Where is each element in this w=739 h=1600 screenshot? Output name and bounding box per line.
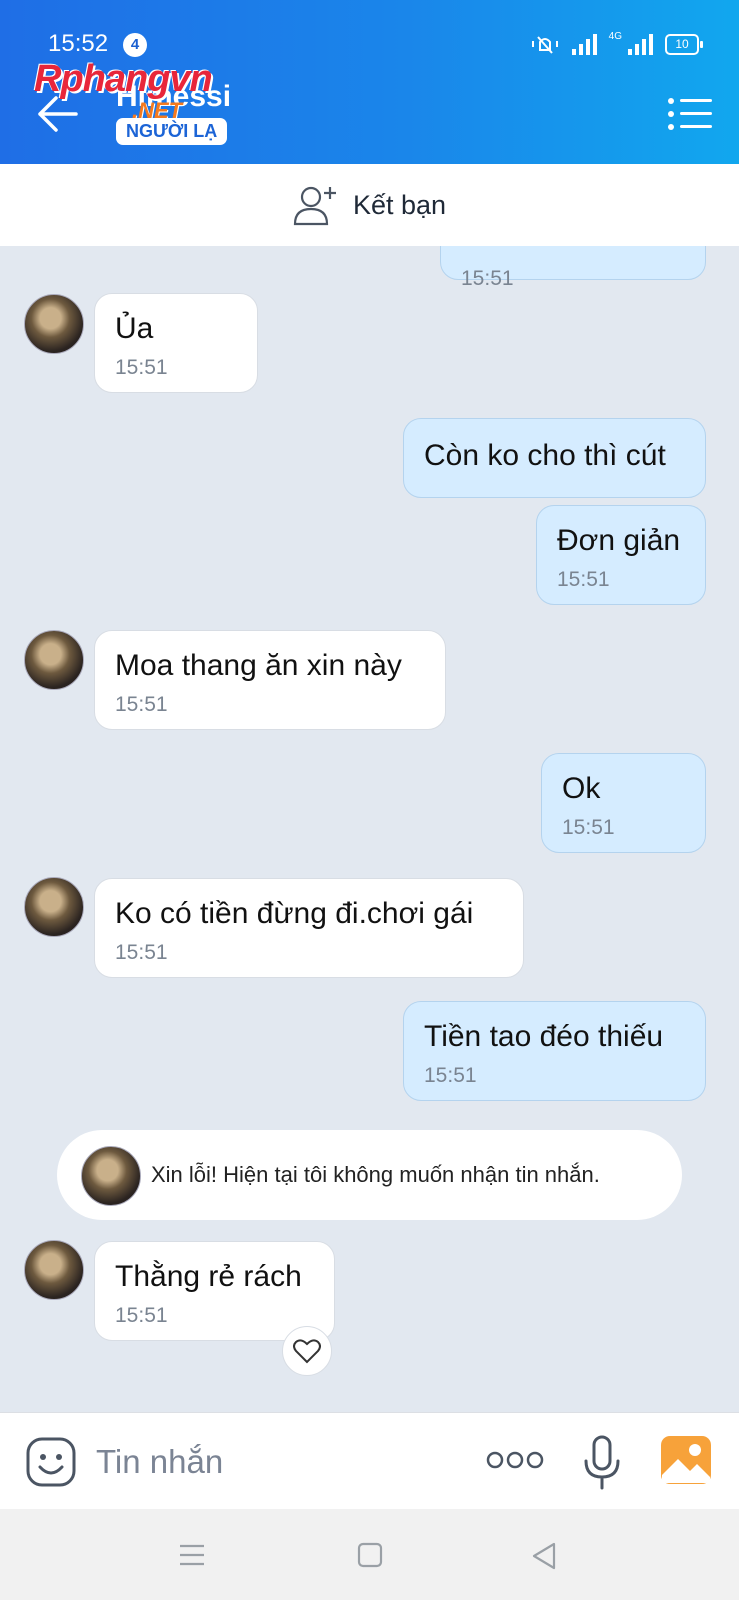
message-time: 15:51	[424, 1064, 477, 1087]
menu-list-icon[interactable]	[668, 98, 712, 132]
message-text: Ủa	[115, 312, 154, 345]
more-icon[interactable]	[486, 1449, 544, 1471]
message-bubble-in[interactable]: Ko có tiền đừng đi.chơi gái 15:51	[94, 878, 524, 978]
avatar[interactable]	[24, 630, 84, 690]
message-text: Ko có tiền đừng đi.chơi gái	[115, 897, 474, 930]
message-time: 15:51	[557, 568, 610, 591]
message-input[interactable]: Tin nhắn	[96, 1443, 223, 1481]
message-time: 15:51	[115, 356, 168, 379]
signal-icon	[571, 33, 597, 55]
system-message: Xin lỗi! Hiện tại tôi không muốn nhận ti…	[57, 1130, 682, 1220]
avatar[interactable]	[24, 877, 84, 937]
message-bubble-out[interactable]: Ok 15:51	[541, 753, 706, 853]
message-time: 15:51	[562, 816, 615, 839]
message-text: Đơn giản	[557, 524, 681, 557]
image-icon[interactable]	[660, 1435, 712, 1485]
network-type: 4G	[608, 30, 622, 42]
add-friend-label: Kết bạn	[352, 189, 447, 220]
message-bubble-in[interactable]: Thằng rẻ rách 15:51	[94, 1241, 335, 1341]
nav-home-icon[interactable]	[356, 1541, 384, 1569]
notification-badge: 4	[123, 33, 147, 57]
mute-vibrate-icon	[531, 36, 558, 54]
message-time: 15:51	[461, 267, 514, 290]
message-bubble-in[interactable]: Ủa 15:51	[94, 293, 258, 393]
message-time: 15:51	[115, 693, 168, 716]
battery-icon: 10	[665, 33, 703, 55]
nav-back-icon[interactable]	[530, 1541, 558, 1571]
message-bubble-out[interactable]: Còn ko cho thì cút	[403, 418, 706, 498]
message-text: Tiền tao đéo thiếu	[424, 1020, 664, 1053]
message-text: Moa thang ăn xin này	[115, 649, 402, 682]
signal-icon-2	[628, 33, 653, 55]
nav-menu-icon[interactable]	[178, 1543, 206, 1567]
message-input-bar: Tin nhắn	[0, 1412, 739, 1510]
message-bubble-out[interactable]: Tiền tao đéo thiếu 15:51	[403, 1001, 706, 1101]
system-message-text: Xin lỗi! Hiện tại tôi không muốn nhận ti…	[151, 1162, 600, 1187]
message-bubble-out[interactable]: 15:51	[440, 246, 706, 290]
watermark-logo: Rphangvn	[34, 58, 213, 100]
message-time: 15:51	[115, 1304, 168, 1327]
avatar	[81, 1146, 141, 1206]
status-icons: 4G 10	[530, 30, 703, 58]
status-bar: 15:52 4 4G 10	[0, 0, 739, 64]
avatar[interactable]	[24, 1240, 84, 1300]
message-list[interactable]: 15:51 Ủa 15:51 Còn ko cho thì cút Đơn gi…	[0, 246, 739, 1412]
message-time: 15:51	[115, 941, 168, 964]
avatar[interactable]	[24, 294, 84, 354]
microphone-icon[interactable]	[582, 1435, 622, 1491]
react-heart-button[interactable]	[282, 1326, 332, 1376]
heart-icon	[293, 1339, 321, 1364]
status-time: 15:52	[48, 30, 109, 57]
message-bubble-out[interactable]: Đơn giản 15:51	[536, 505, 706, 605]
emoji-icon[interactable]	[26, 1437, 76, 1487]
message-bubble-in[interactable]: Moa thang ăn xin này 15:51	[94, 630, 446, 730]
message-text: Ok	[562, 772, 601, 805]
message-text: Còn ko cho thì cút	[424, 439, 666, 472]
system-nav-bar	[0, 1509, 739, 1600]
add-friend-button[interactable]: Kết bạn	[0, 164, 739, 246]
watermark-logo-sub: .NET	[132, 98, 183, 123]
chat-header: 15:52 4 4G 10 Himessi NGƯỜI LẠ Rphangvn …	[0, 0, 739, 164]
message-text: Thằng rẻ rách	[115, 1260, 302, 1293]
add-friend-icon	[293, 186, 336, 226]
